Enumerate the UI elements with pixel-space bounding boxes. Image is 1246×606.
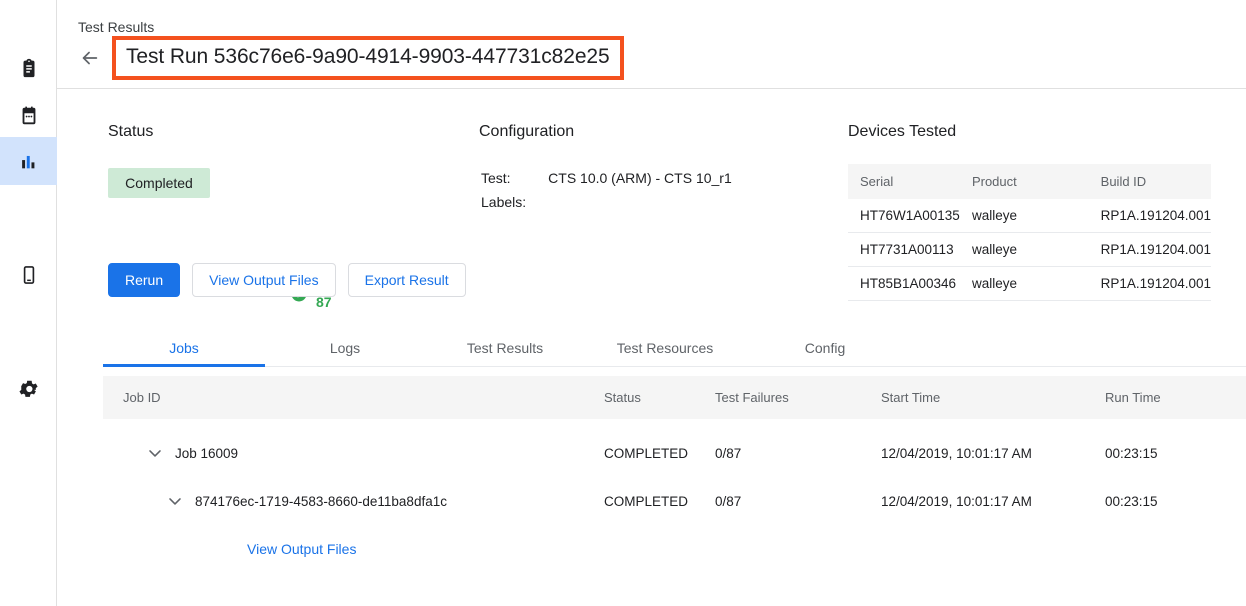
calendar-icon [18, 105, 40, 127]
devices-tested-label: Devices Tested [848, 123, 1211, 141]
breadcrumb: Test Results [78, 18, 154, 36]
sidebar-item-test-suites[interactable] [0, 44, 57, 92]
attempt-id-text: 874176ec-1719-4583-8660-de11ba8dfa1c [195, 494, 447, 509]
column-header-start-time: Start Time [881, 390, 1105, 405]
job-start-time: 12/04/2019, 10:01:17 AM [881, 446, 1105, 461]
table-row[interactable]: 874176ec-1719-4583-8660-de11ba8dfa1c COM… [103, 477, 1246, 525]
device-build-id: RP1A.191204.001 [1089, 233, 1211, 267]
attempt-id-cell: 874176ec-1719-4583-8660-de11ba8dfa1c [103, 491, 604, 511]
config-value [548, 193, 732, 215]
page-title-highlight: Test Run 536c76e6-9a90-4914-9903-447731c… [112, 36, 624, 80]
output-files-link-row: View Output Files [103, 525, 1246, 573]
sidebar-item-test-plans[interactable] [0, 92, 57, 140]
sidebar [0, 0, 57, 606]
attempt-run-time: 00:23:15 [1105, 494, 1215, 509]
column-header-test-failures: Test Failures [715, 390, 881, 405]
test-run-details-page: Test Results Test Run 536c76e6-9a90-4914… [0, 0, 1246, 606]
config-row: Test: CTS 10.0 (ARM) - CTS 10_r1 [481, 169, 732, 191]
table-row: HT76W1A00135 walleye RP1A.191204.001 [848, 199, 1211, 233]
attempt-start-time: 12/04/2019, 10:01:17 AM [881, 494, 1105, 509]
tab-logs[interactable]: Logs [265, 330, 425, 366]
action-buttons: Rerun View Output Files Export Result [108, 263, 466, 297]
tab-test-resources[interactable]: Test Resources [585, 330, 745, 366]
tab-test-results[interactable]: Test Results [425, 330, 585, 366]
config-value: CTS 10.0 (ARM) - CTS 10_r1 [548, 169, 732, 191]
devices-tested-section: Devices Tested Serial Product Build ID H… [848, 123, 1211, 301]
sidebar-item-devices[interactable] [0, 251, 57, 299]
bar-chart-icon [18, 150, 40, 172]
config-row: Labels: [481, 193, 732, 215]
table-row[interactable]: Job 16009 COMPLETED 0/87 12/04/2019, 10:… [103, 429, 1246, 477]
header-divider [57, 88, 1246, 89]
column-header-product: Product [960, 164, 1089, 199]
sidebar-item-test-results[interactable] [0, 137, 57, 185]
view-output-files-link[interactable]: View Output Files [103, 541, 356, 557]
page-title-row: Test Run 536c76e6-9a90-4914-9903-447731c… [78, 40, 624, 76]
sidebar-item-settings[interactable] [0, 365, 57, 413]
device-product: walleye [960, 199, 1089, 233]
job-id-cell: Job 16009 [103, 443, 604, 463]
jobs-table: Job ID Status Test Failures Start Time R… [103, 376, 1246, 573]
tab-config[interactable]: Config [745, 330, 905, 366]
device-serial: HT76W1A00135 [848, 199, 960, 233]
column-header-build-id: Build ID [1089, 164, 1211, 199]
phone-icon [18, 264, 40, 286]
gear-icon [18, 378, 40, 400]
job-id-text: Job 16009 [175, 446, 238, 461]
rerun-button[interactable]: Rerun [108, 263, 180, 297]
device-product: walleye [960, 267, 1089, 301]
tab-bar: Jobs Logs Test Results Test Resources Co… [103, 330, 1246, 367]
job-run-time: 00:23:15 [1105, 446, 1215, 461]
chevron-down-icon[interactable] [165, 491, 185, 511]
attempt-status: COMPLETED [604, 494, 715, 509]
device-serial: HT85B1A00346 [848, 267, 960, 301]
column-header-job-id: Job ID [103, 390, 604, 405]
status-section: Status Completed 0 / 87 Rerun View Outpu… [108, 123, 210, 198]
status-badge: Completed [108, 168, 210, 198]
table-row: HT85B1A00346 walleye RP1A.191204.001 [848, 267, 1211, 301]
table-row: HT7731A00113 walleye RP1A.191204.001 [848, 233, 1211, 267]
view-output-files-button[interactable]: View Output Files [192, 263, 335, 297]
configuration-section-label: Configuration [479, 123, 734, 141]
configuration-table: Test: CTS 10.0 (ARM) - CTS 10_r1 Labels: [479, 167, 734, 217]
configuration-section: Configuration Test: CTS 10.0 (ARM) - CTS… [479, 123, 734, 217]
job-status: COMPLETED [604, 446, 715, 461]
page-title: Test Run 536c76e6-9a90-4914-9903-447731c… [126, 45, 610, 69]
jobs-table-header: Job ID Status Test Failures Start Time R… [103, 376, 1246, 419]
device-product: walleye [960, 233, 1089, 267]
main-content: Test Results Test Run 536c76e6-9a90-4914… [57, 0, 1246, 606]
tab-jobs[interactable]: Jobs [103, 330, 265, 366]
device-serial: HT7731A00113 [848, 233, 960, 267]
export-result-button[interactable]: Export Result [348, 263, 466, 297]
device-build-id: RP1A.191204.001 [1089, 267, 1211, 301]
config-key: Test: [481, 169, 546, 191]
devices-table: Serial Product Build ID HT76W1A00135 wal… [848, 164, 1211, 301]
chevron-down-icon[interactable] [145, 443, 165, 463]
job-test-failures: 0/87 [715, 446, 881, 461]
devices-table-header: Serial Product Build ID [848, 164, 1211, 199]
back-button[interactable] [78, 46, 102, 70]
column-header-status: Status [604, 390, 715, 405]
attempt-test-failures: 0/87 [715, 494, 881, 509]
device-build-id: RP1A.191204.001 [1089, 199, 1211, 233]
column-header-run-time: Run Time [1105, 390, 1215, 405]
column-header-serial: Serial [848, 164, 960, 199]
config-key: Labels: [481, 193, 546, 215]
status-section-label: Status [108, 123, 210, 141]
clipboard-icon [18, 57, 40, 79]
